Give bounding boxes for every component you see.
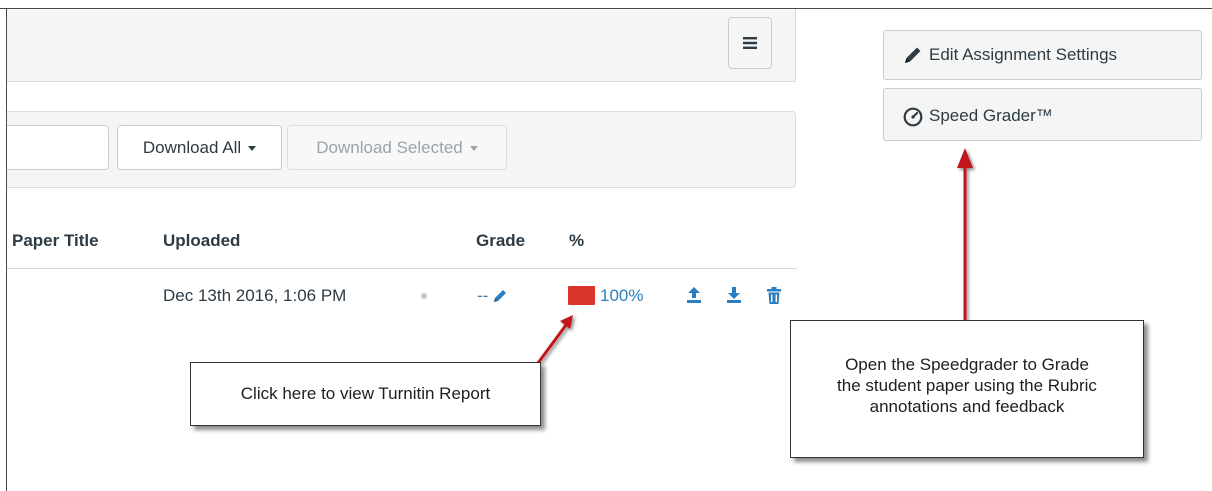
search-input[interactable]	[7, 125, 109, 170]
download-all-label: Download All	[142, 137, 242, 157]
upload-icon[interactable]	[686, 286, 702, 304]
download-selected-button[interactable]: Download Selected	[287, 125, 507, 170]
speedgrader-callout-line-3: annotations and feedback	[869, 397, 1065, 416]
turnitin-arrow	[536, 315, 573, 364]
grade-edit-link[interactable]: --	[477, 286, 508, 306]
column-header-uploaded[interactable]: Uploaded	[163, 231, 240, 251]
caret-down-icon	[248, 146, 257, 151]
speedgrader-arrow	[957, 148, 973, 320]
edit-assignment-settings-label: Edit Assignment Settings	[929, 45, 1118, 64]
speed-grader-label: Speed Grader™	[929, 106, 1053, 125]
turnitin-callout: Click here to view Turnitin Report	[190, 362, 541, 426]
speedometer-icon	[903, 107, 923, 127]
download-icon[interactable]	[726, 286, 742, 304]
column-header-grade[interactable]: Grade	[476, 231, 525, 251]
speed-grader-button[interactable]: Speed Grader™	[883, 88, 1202, 141]
header-panel	[7, 9, 796, 82]
download-all-button[interactable]: Download All	[117, 125, 282, 170]
uploaded-date: Dec 13th 2016, 1:06 PM	[163, 286, 347, 305]
caret-down-icon	[469, 146, 478, 151]
speedgrader-callout-line-2: the student paper using the Rubric	[837, 376, 1097, 395]
status-dot-icon	[421, 293, 427, 299]
grade-value: --	[477, 286, 489, 305]
column-header-paper-title[interactable]: Paper Title	[12, 231, 99, 251]
download-selected-label: Download Selected	[316, 137, 463, 157]
menu-button[interactable]	[728, 17, 772, 69]
pencil-icon	[494, 290, 507, 302]
turnitin-callout-text: Click here to view Turnitin Report	[240, 384, 491, 403]
hamburger-menu-icon	[743, 37, 757, 49]
table-header-divider	[7, 268, 797, 269]
pencil-icon	[905, 47, 921, 63]
similarity-score-swatch[interactable]	[568, 286, 595, 305]
similarity-report-link[interactable]: 100%	[600, 286, 643, 306]
speedgrader-callout-line-1: Open the Speedgrader to Grade	[845, 355, 1089, 374]
column-header-similarity[interactable]: %	[569, 231, 584, 251]
edit-assignment-settings-button[interactable]: Edit Assignment Settings	[883, 30, 1202, 80]
trash-icon[interactable]	[766, 286, 782, 304]
speedgrader-callout: Open the Speedgrader to Grade the studen…	[790, 320, 1144, 458]
